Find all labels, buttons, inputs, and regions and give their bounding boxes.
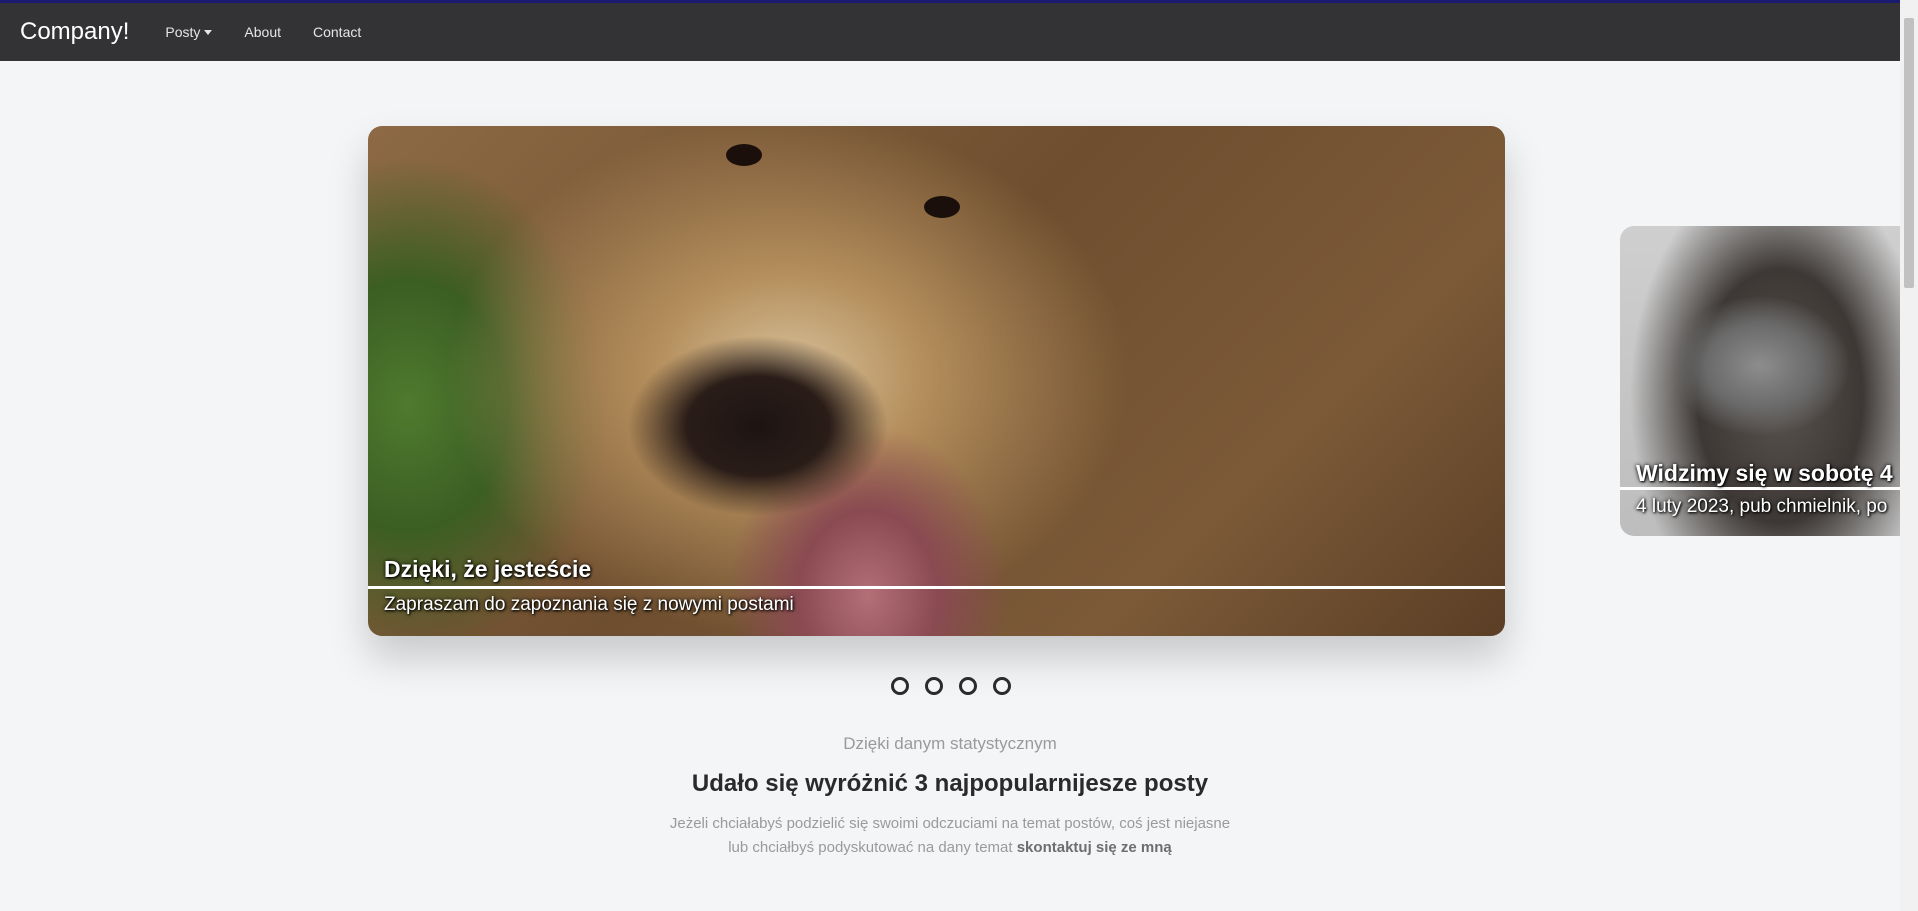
scrollbar-thumb[interactable] xyxy=(1904,18,1914,288)
slide-caption: 4 luty 2023, pub chmielnik, po xyxy=(1636,496,1888,517)
caption-divider xyxy=(1620,487,1910,490)
contact-link[interactable]: skontaktuj się ze mną xyxy=(1017,839,1172,856)
slide-title: Widzimy się w sobotę 4 xyxy=(1636,460,1893,486)
bear-eye xyxy=(726,144,762,166)
popular-posts-intro: Dzięki danym statystycznym Udało się wyr… xyxy=(0,734,1900,860)
paragraph-line: lub chciałbyś podyskutować na dany temat xyxy=(728,839,1017,856)
carousel-indicator[interactable] xyxy=(925,677,943,695)
carousel-indicators xyxy=(891,677,1011,695)
nav-item-about[interactable]: About xyxy=(244,24,281,40)
chevron-down-icon xyxy=(204,29,213,35)
carousel-indicator[interactable] xyxy=(959,677,977,695)
nav-item-contact[interactable]: Contact xyxy=(313,24,361,40)
nav-item-posty-label: Posty xyxy=(165,24,201,40)
brand-logo[interactable]: Company! xyxy=(20,18,129,46)
carousel-slide-next[interactable]: Widzimy się w sobotę 4 4 luty 2023, pub … xyxy=(1620,226,1910,536)
section-paragraph: Jeżeli chciałabyś podzielić się swoimi o… xyxy=(0,812,1900,860)
navbar: Company! Posty About Contact xyxy=(0,3,1900,61)
carousel-indicator[interactable] xyxy=(891,677,909,695)
slide-title: Dzięki, że jesteście xyxy=(384,556,592,582)
section-headline: Udało się wyróżnić 3 najpopularnijesze p… xyxy=(691,770,1209,797)
page-scrollbar[interactable] xyxy=(1900,0,1918,911)
nav-item-posty[interactable]: Posty xyxy=(165,24,213,40)
section-kicker: Dzięki danym statystycznym xyxy=(843,734,1057,753)
paragraph-line: Jeżeli chciałabyś podzielić się swoimi o… xyxy=(669,815,1231,832)
slide-caption: Zapraszam do zapoznania się z nowymi pos… xyxy=(384,594,794,615)
carousel-slide-active[interactable]: Dzięki, że jesteście Zapraszam do zapozn… xyxy=(368,126,1505,636)
bear-eye xyxy=(924,196,960,218)
carousel-indicator[interactable] xyxy=(993,677,1011,695)
caption-divider xyxy=(368,586,1505,589)
